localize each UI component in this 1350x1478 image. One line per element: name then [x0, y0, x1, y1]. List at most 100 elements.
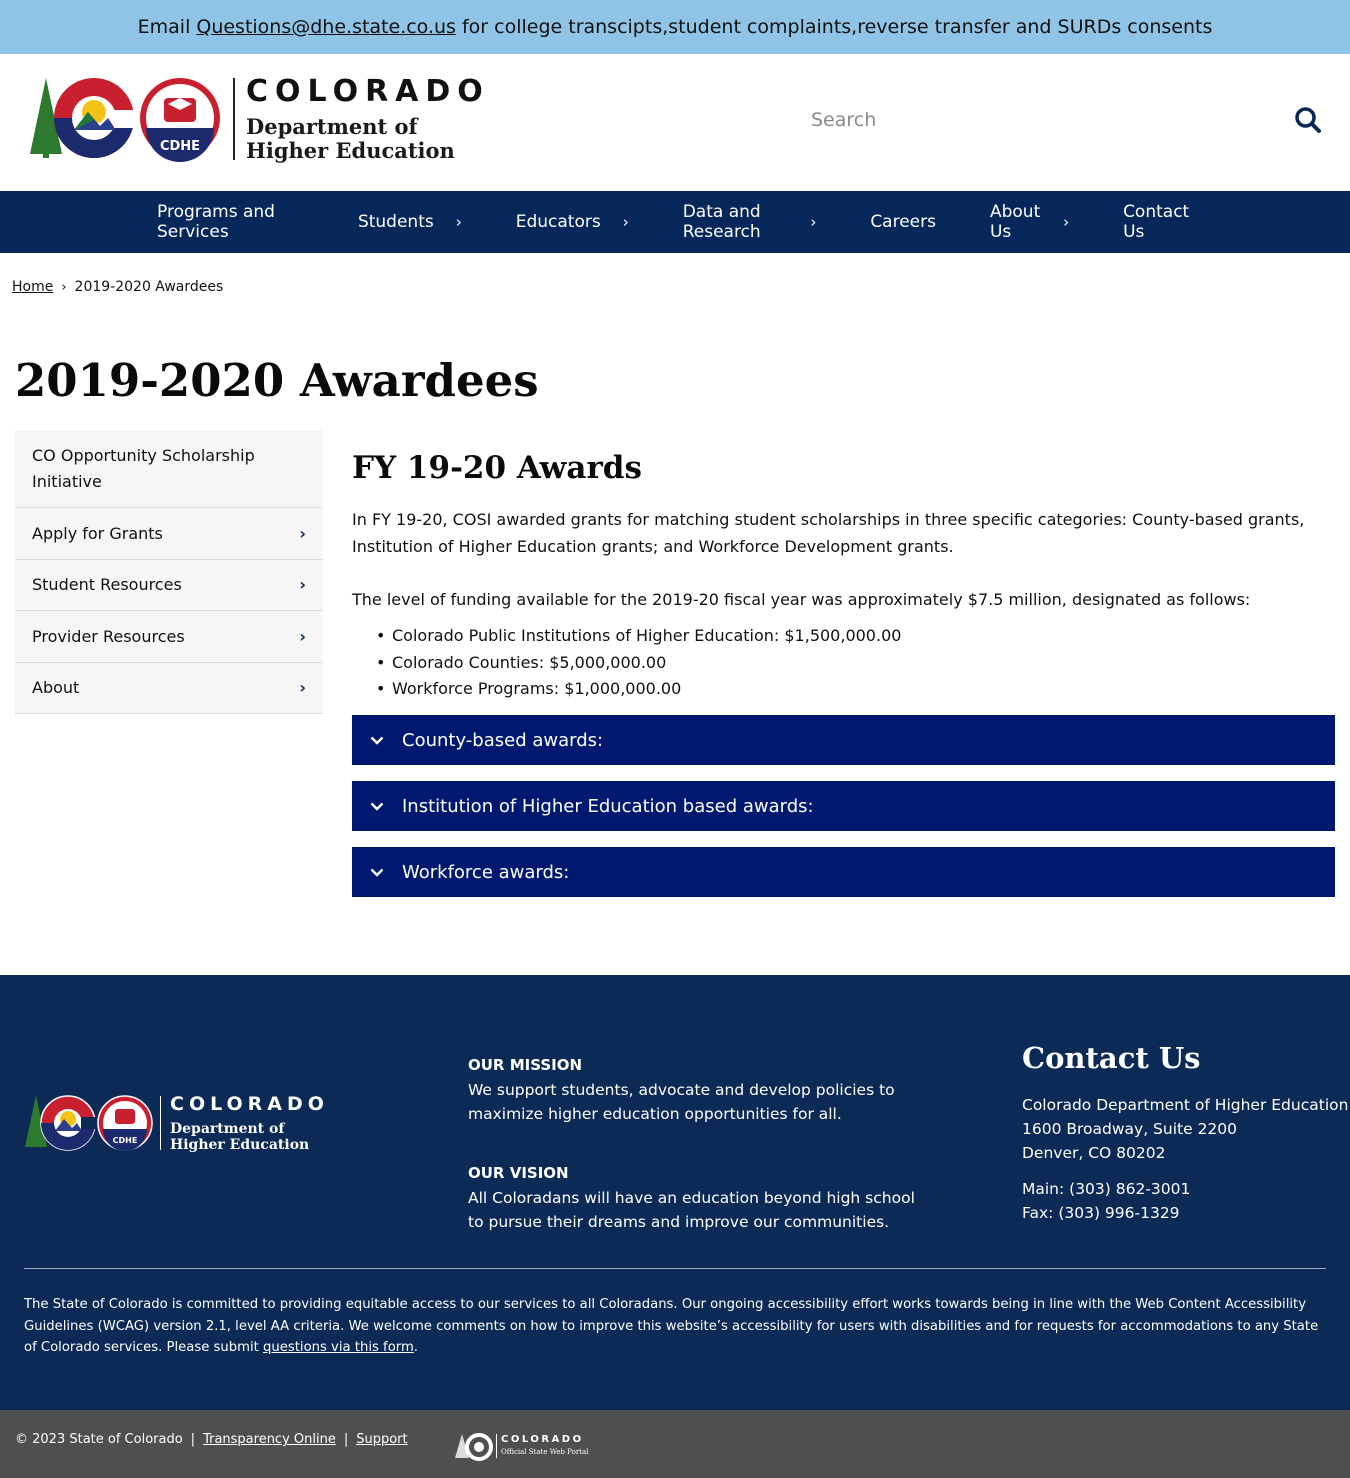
chevron-right-icon[interactable]: ›	[810, 213, 816, 231]
funding-list: Colorado Public Institutions of Higher E…	[376, 623, 1335, 703]
contact-fax: Fax: (303) 996-1329	[1022, 1204, 1180, 1222]
portal-subtitle: Official State Web Portal	[501, 1448, 589, 1456]
nav-label: Data and Research	[682, 202, 761, 242]
footer-logo-dept-line2: Higher Education	[170, 1137, 310, 1153]
colorado-portal-icon	[455, 1433, 493, 1461]
sidenav-label: CO Opportunity Scholarship Initiative	[32, 445, 255, 491]
accordion-label: Institution of Higher Education based aw…	[402, 795, 814, 817]
main-nav: Programs and Services Students › Educator…	[0, 191, 1350, 253]
breadcrumb: Home › 2019-2020 Awardees	[12, 279, 223, 295]
list-item: Workforce Programs: $1,000,000.00	[376, 676, 1335, 703]
nav-label: Students	[357, 212, 434, 232]
footer-contact: Contact Us Colorado Department of Higher…	[1022, 1040, 1348, 1225]
accessibility-form-link[interactable]: questions via this form	[263, 1340, 414, 1355]
colorado-c-logo-icon: CDHE	[30, 78, 220, 162]
section-heading: FY 19-20 Awards	[352, 450, 642, 486]
cdhe-logo[interactable]: CDHE COLORADO Department of Higher Educa…	[28, 74, 488, 166]
portal-divider	[496, 1434, 497, 1458]
accessibility-text: The State of Colorado is committed to pr…	[24, 1297, 1319, 1355]
accessibility-end: .	[413, 1340, 418, 1355]
accordion-label: County-based awards:	[402, 729, 604, 751]
logo-dept-name: Department of Higher Education	[246, 115, 490, 163]
nav-item-students[interactable]: Students ›	[331, 191, 489, 253]
breadcrumb-current: 2019-2020 Awardees	[74, 279, 224, 295]
sidenav-item-about[interactable]: About ›	[15, 662, 323, 714]
chevron-right-icon[interactable]: ›	[623, 213, 629, 231]
nav-item-careers[interactable]: Careers	[843, 191, 963, 253]
funding-paragraph: The level of funding available for the 2…	[352, 590, 1251, 609]
footer-logo-dept: Department of Higher Education	[170, 1121, 309, 1153]
sidenav-item-provider-resources[interactable]: Provider Resources ›	[15, 611, 323, 663]
chevron-right-icon[interactable]: ›	[299, 575, 306, 594]
footer-logo[interactable]: CDHE COLORADO Department of Higher Educa…	[24, 1093, 334, 1153]
nav-label: Educators	[515, 212, 601, 232]
list-item: Colorado Counties: $5,000,000.00	[376, 650, 1335, 677]
page-title: 2019-2020 Awardees	[15, 354, 539, 407]
portal-state: COLORADO	[501, 1434, 584, 1445]
nav-label: Contact Us	[1123, 202, 1190, 242]
support-link[interactable]: Support	[356, 1432, 407, 1447]
chevron-right-icon[interactable]: ›	[1063, 213, 1069, 231]
logo-dept-line1: Department of	[246, 114, 418, 139]
legal-links: © 2023 State of Colorado | Transparency …	[15, 1432, 408, 1447]
search-icon[interactable]	[1294, 106, 1322, 134]
official-state-portal-logo[interactable]: COLORADO Official State Web Portal	[455, 1432, 605, 1462]
sidenav-item-apply-for-grants[interactable]: Apply for Grants ›	[15, 508, 323, 560]
nav-item-data-and-research[interactable]: Data and Research ›	[656, 191, 844, 253]
mission-line1: We support students, advocate and develo…	[468, 1081, 895, 1099]
vision-title: OUR VISION	[468, 1164, 569, 1182]
contact-org: Colorado Department of Higher Education	[1022, 1096, 1349, 1114]
list-item: Colorado Public Institutions of Higher E…	[376, 623, 1335, 650]
nav-label: Careers	[870, 212, 936, 232]
footer-divider	[24, 1268, 1326, 1269]
alert-suffix: for college transcipts,student complaint…	[461, 16, 1213, 38]
footer-logo-divider	[160, 1096, 161, 1150]
nav-item-educators[interactable]: Educators ›	[489, 191, 656, 253]
main-content: FY 19-20 Awards In FY 19-20, COSI awarde…	[352, 440, 1335, 703]
chevron-down-icon[interactable]	[352, 868, 402, 877]
vision-line1: All Coloradans will have an education be…	[468, 1189, 915, 1207]
accordion-county-based-awards[interactable]: County-based awards:	[352, 715, 1335, 765]
contact-address1: 1600 Broadway, Suite 2200	[1022, 1120, 1238, 1138]
copyright: © 2023 State of Colorado	[15, 1432, 183, 1447]
chevron-right-icon[interactable]: ›	[299, 627, 306, 646]
nav-item-contact-us[interactable]: Contact Us	[1096, 191, 1220, 253]
chevron-down-icon[interactable]	[352, 802, 402, 811]
sidenav-item-student-resources[interactable]: Student Resources ›	[15, 559, 323, 611]
chevron-right-icon[interactable]: ›	[299, 524, 306, 543]
nav-label: About Us	[989, 202, 1041, 242]
sidenav-item-co-opportunity-scholarship[interactable]: CO Opportunity Scholarship Initiative	[15, 430, 323, 508]
logo-wordmark: COLORADO Department of Higher Education	[246, 74, 490, 163]
accessibility-statement: The State of Colorado is committed to pr…	[24, 1294, 1326, 1359]
bottom-bar: © 2023 State of Colorado | Transparency …	[0, 1410, 1350, 1478]
colorado-c-logo-icon: CDHE	[25, 1095, 153, 1151]
accordion-institution-awards[interactable]: Institution of Higher Education based aw…	[352, 781, 1335, 831]
sidenav-label: About	[32, 678, 80, 698]
mission-line2: maximize higher education opportunities …	[468, 1105, 842, 1123]
logo-divider	[233, 78, 235, 160]
logo-dept-line2: Higher Education	[246, 138, 455, 163]
contact-address2: Denver, CO 80202	[1022, 1144, 1166, 1162]
mission-title: OUR MISSION	[468, 1056, 583, 1074]
contact-main-phone[interactable]: Main: (303) 862-3001	[1022, 1177, 1348, 1201]
nav-item-programs-and-services[interactable]: Programs and Services	[130, 191, 331, 253]
transparency-online-link[interactable]: Transparency Online	[203, 1432, 336, 1447]
chevron-right-icon[interactable]: ›	[299, 678, 306, 697]
chevron-right-icon[interactable]: ›	[456, 213, 462, 231]
search-input[interactable]	[800, 92, 1270, 148]
logo-state-name: COLORADO	[246, 74, 490, 109]
alert-email-link[interactable]: Questions@dhe.state.co.us	[196, 16, 456, 38]
sidenav-label: Apply for Grants	[32, 523, 163, 543]
footer-logo-dept-line1: Department of	[170, 1121, 285, 1137]
logo-badge-text: CDHE	[160, 139, 200, 154]
accordion-label: Workforce awards:	[402, 861, 570, 883]
alert-prefix: Email	[137, 16, 191, 38]
nav-item-about-us[interactable]: About Us ›	[963, 191, 1096, 253]
breadcrumb-home-link[interactable]: Home	[12, 279, 53, 295]
footer-vision: OUR VISION All Coloradans will have an e…	[468, 1163, 915, 1234]
accordion-workforce-awards[interactable]: Workforce awards:	[352, 847, 1335, 897]
chevron-down-icon[interactable]	[352, 736, 402, 745]
footer-logo-badge-text: CDHE	[113, 1136, 138, 1145]
site-header: CDHE COLORADO Department of Higher Educa…	[0, 54, 1350, 191]
contact-title: Contact Us	[1022, 1041, 1201, 1075]
